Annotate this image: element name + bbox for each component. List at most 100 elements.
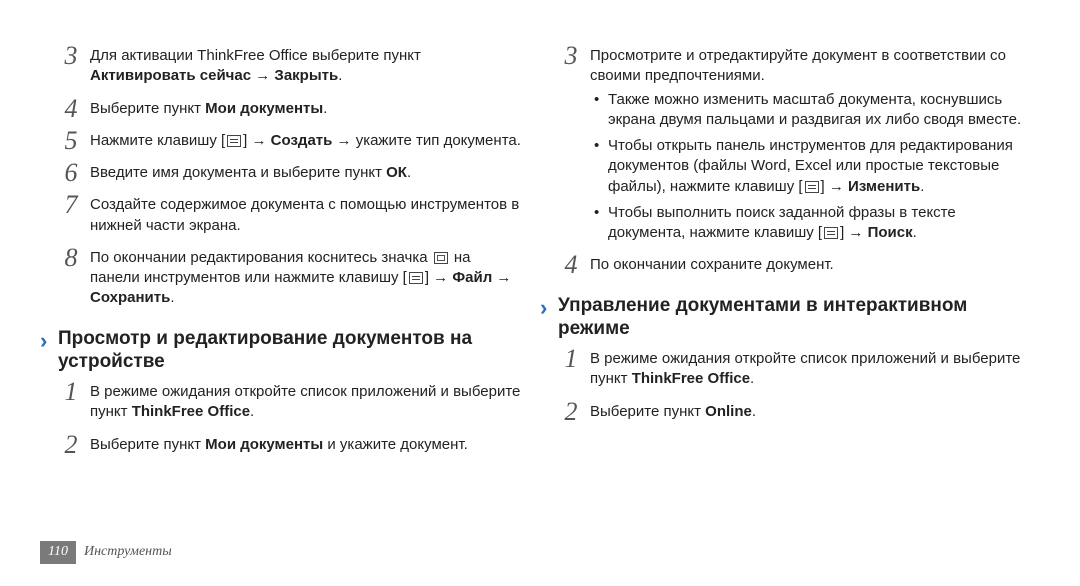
save-icon — [434, 252, 448, 264]
bullet-item: Чтобы выполнить поиск заданной фразы в т… — [590, 203, 1022, 244]
left-column: 3Для активации ThinkFree Office выберите… — [40, 46, 540, 586]
step-body: По окончании редактирования коснитесь зн… — [90, 248, 522, 309]
step-number: 6 — [58, 155, 84, 190]
step: 2Выберите пункт Мои документы и укажите … — [58, 435, 522, 455]
step-number: 5 — [58, 123, 84, 158]
step: 3Для активации ThinkFree Office выберите… — [58, 46, 522, 87]
step-body: Нажмите клавишу [ ] → Создать → укажите т… — [90, 131, 522, 151]
step: 4Выберите пункт Мои документы. — [58, 99, 522, 119]
bold-text: Мои документы — [205, 100, 323, 117]
step-body: Выберите пункт Online. — [590, 402, 1022, 422]
step: 1В режиме ожидания откройте список прило… — [58, 382, 522, 423]
left-subheading-text: Просмотр и редактирование документов на … — [58, 328, 472, 373]
step-number: 1 — [558, 341, 584, 376]
text: → укажите тип документа. — [332, 132, 521, 149]
step-number: 4 — [58, 91, 84, 126]
step: 7Создайте содержимое документа с помощью… — [58, 195, 522, 236]
step-body: В режиме ожидания откройте список прилож… — [90, 382, 522, 423]
section-name: Инструменты — [84, 543, 172, 562]
step-number: 3 — [558, 38, 584, 73]
step-body: Для активации ThinkFree Office выберите … — [90, 46, 522, 87]
text: Создайте содержимое документа с помощью … — [90, 196, 519, 233]
menu-icon — [805, 181, 819, 193]
text: Введите имя документа и выберите пункт — [90, 164, 386, 181]
right-steps-2: 1В режиме ожидания откройте список прило… — [558, 349, 1022, 422]
step: 6Введите имя документа и выберите пункт … — [58, 163, 522, 183]
page-number: 110 — [40, 541, 76, 564]
bold-text: Мои документы — [205, 436, 323, 453]
text: . — [170, 289, 174, 306]
right-column: 3 Просмотрите и отредактируйте документ … — [540, 46, 1040, 586]
bold-text: Закрыть — [274, 67, 338, 84]
text: → — [492, 269, 511, 286]
left-steps-1: 3Для активации ThinkFree Office выберите… — [58, 46, 522, 309]
text: → — [251, 67, 274, 84]
bold-text: ThinkFree Office — [132, 403, 250, 420]
bold-text: Создать — [271, 132, 333, 149]
step-number: 7 — [58, 187, 84, 222]
left-subheading: › Просмотр и редактирование документов н… — [58, 327, 522, 375]
step-body: Просмотрите и отредактируйте документ в … — [590, 46, 1022, 243]
text: Также можно изменить масштаб документа, … — [608, 91, 1021, 128]
step-number: 2 — [558, 394, 584, 429]
step-body: Создайте содержимое документа с помощью … — [90, 195, 522, 236]
text: По окончании сохраните документ. — [590, 256, 834, 273]
document-page: 3 Для активации ThinkFree Office выберите… — [0, 0, 1080, 586]
bold-text: ThinkFree Office — [632, 370, 750, 387]
right-step-4: 4По окончании сохраните документ. — [558, 255, 1022, 275]
step-number: 4 — [558, 247, 584, 282]
bullet-list: Также можно изменить масштаб документа, … — [590, 90, 1022, 244]
bold-text: Сохранить — [90, 289, 170, 306]
text: . — [750, 370, 754, 387]
bullet-item: Также можно изменить масштаб документа, … — [590, 90, 1022, 131]
right-subheading: › Управление документами в интерактивном… — [558, 294, 1022, 342]
text: Нажмите клавишу [ — [90, 132, 225, 149]
bold-text: Файл — [452, 269, 492, 286]
step-body: В режиме ожидания откройте список прилож… — [590, 349, 1022, 390]
bold-text: Активировать сейчас — [90, 67, 251, 84]
text: . — [338, 67, 342, 84]
left-steps-2: 1В режиме ожидания откройте список прило… — [58, 382, 522, 455]
text: По окончании редактирования коснитесь зн… — [90, 249, 432, 266]
bold-text: Поиск — [868, 224, 913, 241]
text: ] → — [821, 178, 849, 195]
text: . — [913, 224, 917, 241]
text: . — [920, 178, 924, 195]
bullet-item: Чтобы открыть панель инструментов для ре… — [590, 136, 1022, 197]
right-subheading-text: Управление документами в интерактивном р… — [558, 295, 967, 340]
menu-icon — [227, 135, 241, 147]
step-number: 3 — [58, 38, 84, 73]
step-body: Введите имя документа и выберите пункт О… — [90, 163, 522, 183]
step-number: 8 — [58, 240, 84, 275]
text: . — [752, 403, 756, 420]
text: ] → — [840, 224, 868, 241]
step-body: По окончании сохраните документ. — [590, 255, 1022, 275]
text: Выберите пункт — [90, 436, 205, 453]
menu-icon — [409, 272, 423, 284]
text: Выберите пункт — [590, 403, 705, 420]
step-body: Выберите пункт Мои документы и укажите д… — [90, 435, 522, 455]
step-body: Выберите пункт Мои документы. — [90, 99, 522, 119]
text: Выберите пункт — [90, 100, 205, 117]
text: . — [323, 100, 327, 117]
text: . — [250, 403, 254, 420]
right-step-3: 3 Просмотрите и отредактируйте документ … — [558, 46, 1022, 243]
step: 2Выберите пункт Online. — [558, 402, 1022, 422]
step: 5Нажмите клавишу [] → Создать → укажите … — [58, 131, 522, 151]
chevron-icon: › — [40, 327, 47, 355]
bold-text: Изменить — [848, 178, 920, 195]
page-footer: 110 Инструменты — [40, 541, 172, 564]
bold-text: ОК — [386, 164, 407, 181]
text: ] → — [243, 132, 271, 149]
step-number: 1 — [58, 374, 84, 409]
text: Для активации ThinkFree Office выберите … — [90, 47, 421, 64]
step-intro: Просмотрите и отредактируйте документ в … — [590, 47, 1006, 84]
text: ] → — [425, 269, 453, 286]
menu-icon — [824, 227, 838, 239]
text: . — [407, 164, 411, 181]
text: и укажите документ. — [323, 436, 468, 453]
chevron-icon: › — [540, 294, 547, 322]
step: 1В режиме ожидания откройте список прило… — [558, 349, 1022, 390]
step: 8По окончании редактирования коснитесь з… — [58, 248, 522, 309]
bold-text: Online — [705, 403, 752, 420]
